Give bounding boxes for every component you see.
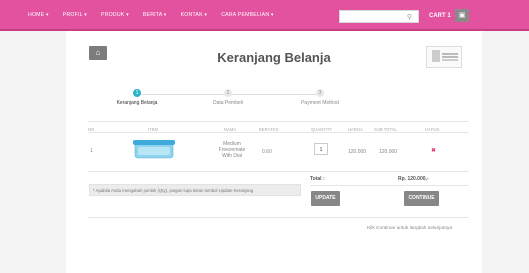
checkout-steps: 1 Keranjang Belanja 2 Data Pembeli 3 Pay… bbox=[66, 89, 482, 119]
cell-harga: 120.000 bbox=[348, 149, 367, 155]
step-dot: 2 bbox=[224, 89, 232, 97]
cell-subtotal: 120.000 bbox=[379, 149, 398, 155]
nav-item-profil[interactable]: PROFIL ▾ bbox=[63, 12, 87, 18]
quantity-input[interactable]: 1 bbox=[314, 143, 328, 155]
continue-hint: Klik Continue untuk langkah selanjutnya bbox=[367, 226, 453, 231]
brand-logo bbox=[426, 46, 462, 68]
cart-icon: ▣ bbox=[458, 12, 466, 19]
divider bbox=[88, 171, 469, 172]
divider bbox=[88, 132, 469, 133]
step-keranjang: 1 Keranjang Belanja bbox=[107, 89, 167, 106]
main-nav: HOME ▾ PROFIL ▾ PRODUK ▾ BERITA ▾ KONTAK… bbox=[28, 12, 288, 18]
update-note: * Apabila Anda mengubah jumlah (Qty), ja… bbox=[89, 184, 301, 196]
divider bbox=[88, 217, 469, 218]
search-input[interactable]: ⚲ bbox=[339, 10, 419, 23]
cart-button[interactable]: ▣ bbox=[455, 9, 469, 22]
total-label: Total : bbox=[310, 176, 325, 182]
page-title: Keranjang Belanja bbox=[217, 50, 331, 65]
cell-berat: 0.60 bbox=[262, 149, 272, 155]
product-image bbox=[133, 140, 175, 159]
step-label: Keranjang Belanja bbox=[116, 100, 158, 106]
step-dot: 1 bbox=[133, 89, 141, 97]
update-button[interactable]: UPDATE bbox=[311, 191, 340, 206]
top-navbar: HOME ▾ PROFIL ▾ PRODUK ▾ BERITA ▾ KONTAK… bbox=[0, 0, 529, 31]
divider bbox=[88, 121, 469, 122]
nav-item-berita[interactable]: BERITA ▾ bbox=[143, 12, 167, 18]
step-label: Data Pembeli bbox=[212, 100, 243, 106]
nav-label: PROFIL bbox=[62, 12, 83, 18]
step-dot: 3 bbox=[316, 89, 324, 97]
search-icon[interactable]: ⚲ bbox=[407, 13, 412, 21]
continue-button[interactable]: CONTINUE bbox=[404, 191, 439, 206]
cart-panel: ⌂ Keranjang Belanja 1 Keranjang Belanja … bbox=[66, 31, 482, 273]
total-value: Rp. 120.000,- bbox=[398, 176, 429, 182]
step-data-pembeli: 2 Data Pembeli bbox=[198, 89, 258, 106]
nav-item-produk[interactable]: PRODUK ▾ bbox=[101, 12, 129, 18]
step-payment: 3 Payment Method bbox=[290, 89, 350, 106]
nav-item-cara-pembelian[interactable]: CARA PEMBELIAN ▾ bbox=[221, 12, 274, 18]
cell-nama: Medium Freezemate With Dial bbox=[218, 141, 246, 159]
nav-item-home[interactable]: HOME ▾ bbox=[28, 12, 49, 18]
cart-label[interactable]: CART 1 bbox=[429, 13, 451, 19]
cell-no: 1 bbox=[90, 148, 93, 154]
nav-label: KONTAK bbox=[180, 12, 203, 18]
step-label: Payment Method bbox=[301, 100, 339, 106]
nav-label: HOME bbox=[28, 12, 45, 18]
nav-label: CARA PEMBELIAN bbox=[221, 12, 270, 18]
remove-item-icon[interactable]: ✖ bbox=[431, 147, 436, 154]
divider bbox=[310, 185, 469, 186]
nav-item-kontak[interactable]: KONTAK ▾ bbox=[181, 12, 208, 18]
nav-label: PRODUK bbox=[101, 12, 125, 18]
nav-label: BERITA bbox=[142, 12, 163, 18]
